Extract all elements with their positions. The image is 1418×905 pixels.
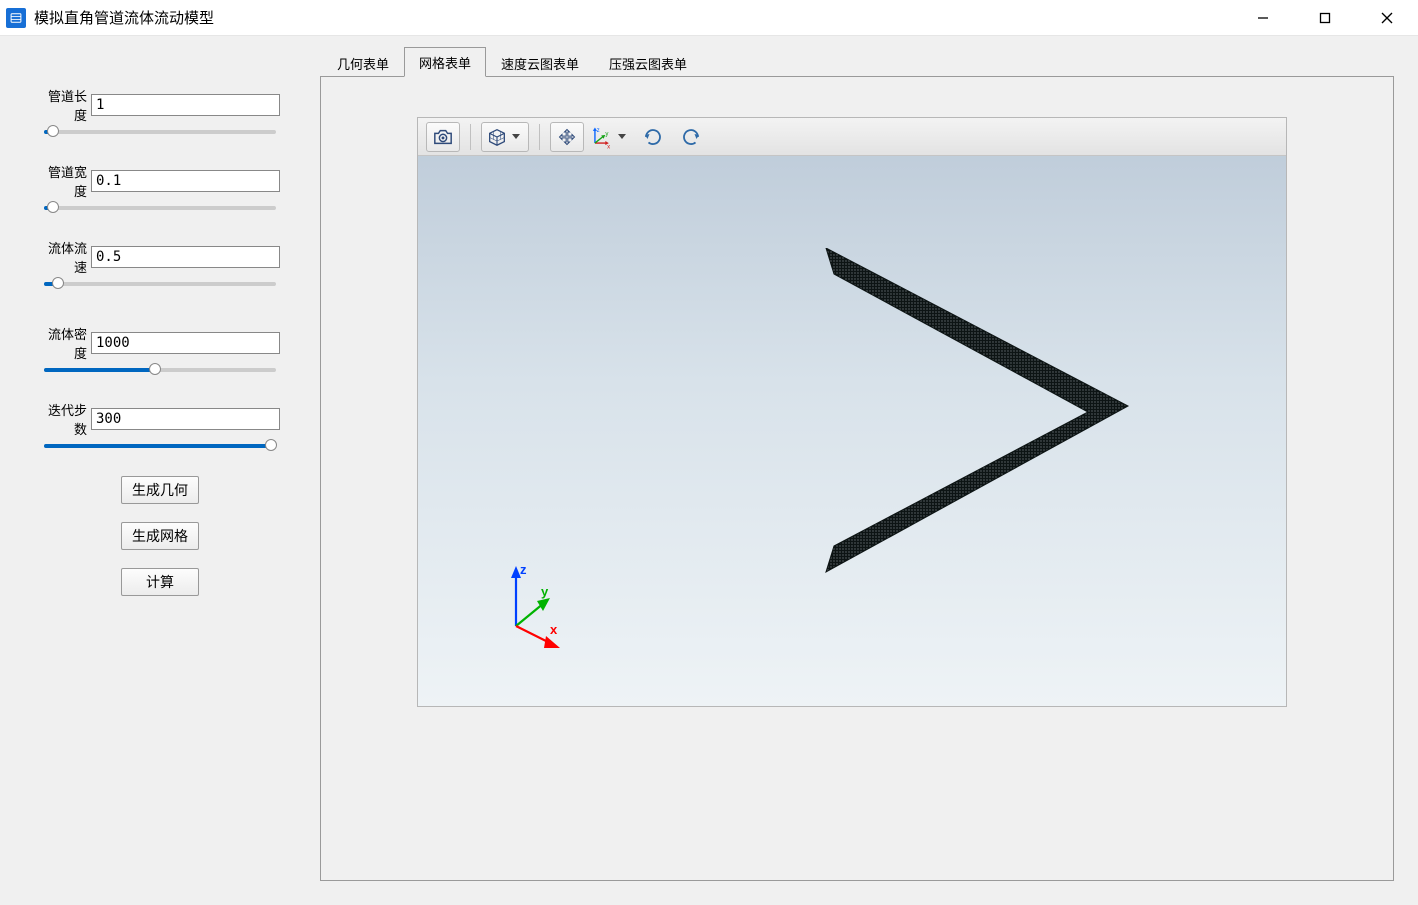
compute-button[interactable]: 计算 [121,568,199,596]
move-icon [557,127,577,147]
rotate-cw-icon [641,125,665,149]
param-slider-density[interactable] [44,368,280,372]
sidebar: 管道长度 管道宽度 流体流速 流体密度 迭代步数 [0,36,320,905]
axis-z-label: z [520,562,527,577]
param-label-density: 流体密度 [40,324,91,362]
svg-text:y: y [605,131,609,137]
pan-button[interactable] [550,122,584,152]
param-label-length: 管道长度 [40,86,91,124]
param-slider-length[interactable] [44,130,280,134]
window-title: 模拟直角管道流体流动模型 [34,7,214,28]
camera-icon [432,127,454,147]
param-label-width: 管道宽度 [40,162,91,200]
axis-triad: z y x [486,556,586,656]
tab-pressure[interactable]: 压强云图表单 [594,48,702,77]
tab-velocity[interactable]: 速度云图表单 [486,48,594,77]
close-button[interactable] [1356,0,1418,36]
svg-text:z: z [597,127,600,133]
cube-icon [486,126,508,148]
app-icon [6,8,26,28]
mesh-geometry [818,248,1148,578]
viewport-3d[interactable]: z x y [417,117,1287,707]
chevron-down-icon [618,134,626,139]
generate-geometry-button[interactable]: 生成几何 [121,476,199,504]
axis-menu-button[interactable]: z x y [588,122,632,152]
svg-text:x: x [607,144,610,149]
param-label-iterations: 迭代步数 [40,400,91,438]
param-input-width[interactable] [91,170,280,192]
rotate-cw-button[interactable] [636,122,670,152]
tab-panel: z x y [320,76,1394,881]
param-input-length[interactable] [91,94,280,116]
axis-x-label: x [550,622,558,637]
maximize-button[interactable] [1294,0,1356,36]
tab-mesh[interactable]: 网格表单 [404,47,486,77]
minimize-button[interactable] [1232,0,1294,36]
screenshot-button[interactable] [426,122,460,152]
param-input-velocity[interactable] [91,246,280,268]
tab-row: 几何表单 网格表单 速度云图表单 压强云图表单 [320,48,1394,76]
chevron-down-icon [512,134,520,139]
param-input-density[interactable] [91,332,280,354]
rotate-ccw-icon [679,125,703,149]
param-slider-velocity[interactable] [44,282,280,286]
rotate-ccw-button[interactable] [674,122,708,152]
generate-mesh-button[interactable]: 生成网格 [121,522,199,550]
param-slider-iterations[interactable] [44,444,280,448]
content-area: 几何表单 网格表单 速度云图表单 压强云图表单 [320,36,1418,905]
param-slider-width[interactable] [44,206,280,210]
axis-icon: z x y [588,125,614,149]
param-input-iterations[interactable] [91,408,280,430]
viewport-toolbar: z x y [418,118,1286,156]
param-label-velocity: 流体流速 [40,238,91,276]
tab-geometry[interactable]: 几何表单 [322,48,404,77]
axis-y-label: y [541,584,549,599]
titlebar: 模拟直角管道流体流动模型 [0,0,1418,36]
view-cube-button[interactable] [481,122,529,152]
